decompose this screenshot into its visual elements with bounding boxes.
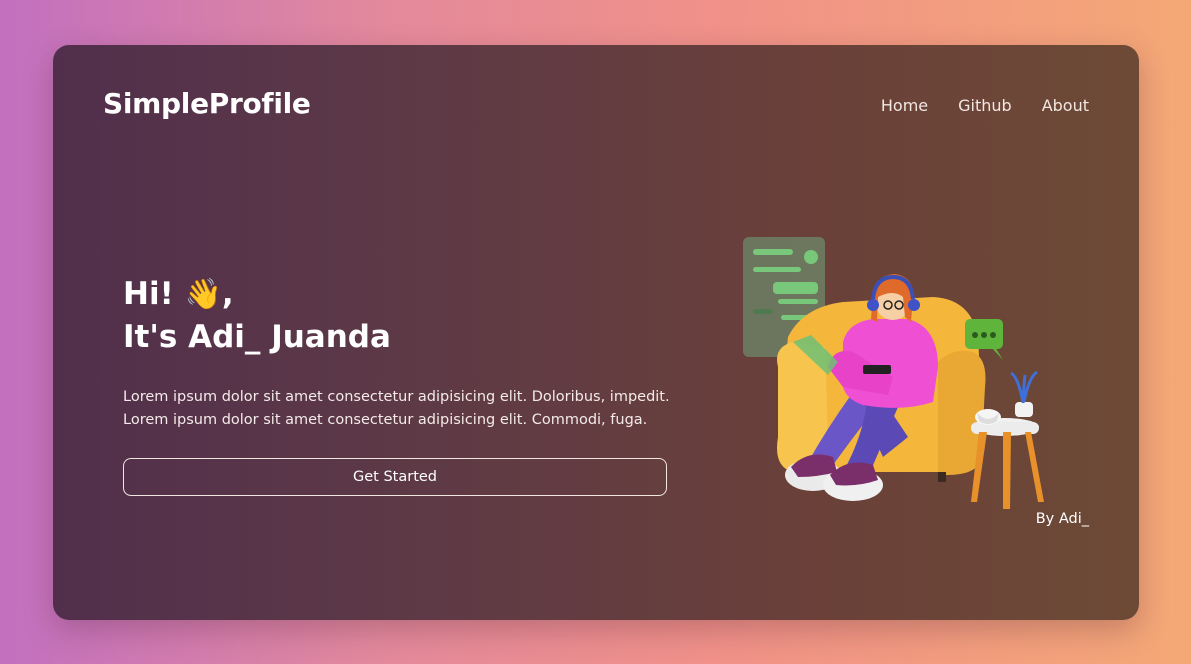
greeting-line: Hi! 👋, bbox=[123, 273, 391, 316]
top-nav: Home Github About bbox=[881, 96, 1089, 115]
hero-heading: Hi! 👋, It's Adi_ Juanda bbox=[123, 273, 391, 358]
waving-hand-icon: 👋 bbox=[184, 277, 222, 312]
hero-description: Lorem ipsum dolor sit amet consectetur a… bbox=[123, 386, 703, 432]
nav-about-link[interactable]: About bbox=[1042, 96, 1089, 115]
nav-home-link[interactable]: Home bbox=[881, 96, 928, 115]
hero-title: It's Adi_ Juanda bbox=[123, 319, 391, 355]
get-started-button[interactable]: Get Started bbox=[123, 458, 667, 496]
description-line-1: Lorem ipsum dolor sit amet consectetur a… bbox=[123, 389, 670, 405]
person-on-armchair-illustration bbox=[743, 237, 1044, 509]
description-line-2: Lorem ipsum dolor sit amet consectetur a… bbox=[123, 412, 648, 428]
greeting-prefix: Hi! bbox=[123, 276, 174, 312]
author-credit: By Adi_ bbox=[1035, 511, 1089, 527]
brand-logo[interactable]: SimpleProfile bbox=[103, 87, 311, 120]
hero-card: SimpleProfile Home Github About Hi! 👋, I… bbox=[53, 45, 1139, 620]
nav-github-link[interactable]: Github bbox=[958, 96, 1012, 115]
greeting-suffix: , bbox=[221, 276, 234, 312]
